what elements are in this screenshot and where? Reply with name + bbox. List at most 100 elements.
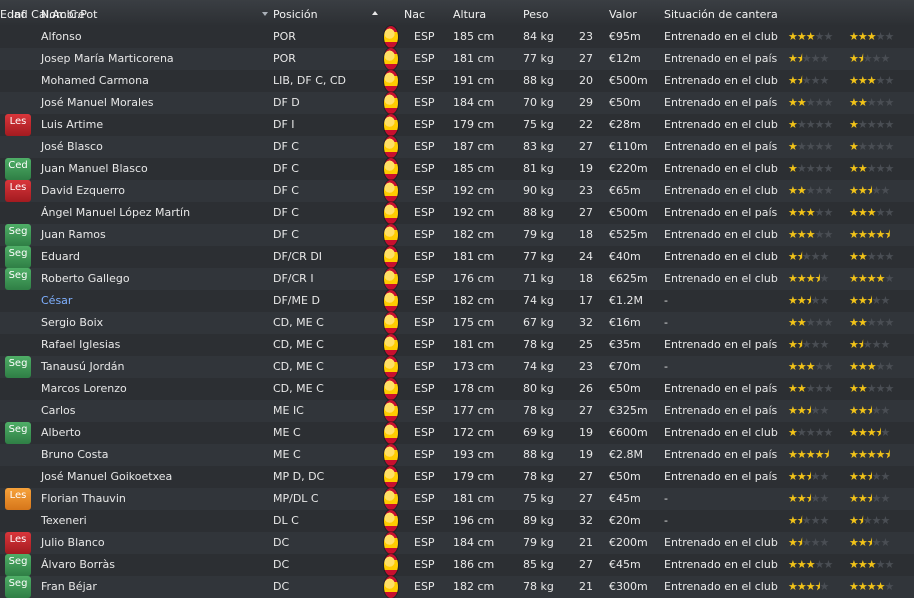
player-name[interactable]: Mohamed Carmona	[41, 70, 261, 92]
star-icon: ★	[805, 140, 816, 153]
table-row[interactable]: Les Julio Blanco DC ESP 184 cm 79 kg 21 €200m En…	[0, 532, 914, 554]
status-badge[interactable]: Seg	[5, 356, 31, 378]
status-badge[interactable]: Seg	[5, 422, 31, 444]
player-name[interactable]: Alfonso	[41, 26, 261, 48]
col-peso-header[interactable]: Peso	[523, 0, 563, 26]
player-name[interactable]: Fran Béjar	[41, 576, 261, 598]
player-name[interactable]: Juan Manuel Blasco	[41, 158, 261, 180]
player-position: ME C	[273, 426, 301, 439]
spain-flag-icon	[384, 136, 398, 158]
table-row[interactable]: Josep María Marticorena POR ESP 181 cm 77 kg…	[0, 48, 914, 70]
col-situacion-header[interactable]: Situación de cantera	[664, 0, 784, 26]
current-ability-stars: ★★★★★	[788, 180, 848, 202]
player-name[interactable]: Josep María Marticorena	[41, 48, 261, 70]
table-row[interactable]: José Blasco DF C ESP 187 cm 83 kg 27 €110m Entr…	[0, 136, 914, 158]
player-name[interactable]: Rafael Iglesias	[41, 334, 261, 356]
player-name[interactable]: José Manuel Morales	[41, 92, 261, 114]
table-row[interactable]: Les David Ezquerro DF C ESP 192 cm 90 kg 23 €65…	[0, 180, 914, 202]
sort-asc-icon[interactable]	[372, 11, 378, 15]
table-row[interactable]: Bruno Costa ME C ESP 193 cm 88 kg 19 €2.8M Entr…	[0, 444, 914, 466]
table-row[interactable]: Seg Fran Béjar DC ESP 182 cm 78 kg 21 €300m Entr…	[0, 576, 914, 598]
table-row[interactable]: Mohamed Carmona LIB, DF C, CD ESP 191 cm 88 …	[0, 70, 914, 92]
player-name[interactable]: Juan Ramos	[41, 224, 261, 246]
star-icon: ★	[857, 448, 868, 461]
status-badge[interactable]: Les	[5, 488, 31, 510]
status-badge[interactable]: Les	[5, 532, 31, 554]
sort-desc-icon[interactable]	[262, 12, 268, 16]
col-valor-header[interactable]: Valor	[609, 0, 659, 26]
star-icon: ★	[866, 74, 877, 87]
player-weight: 74 kg	[523, 294, 554, 307]
star-icon: ★	[849, 536, 859, 549]
table-row[interactable]: Rafael Iglesias CD, ME C ESP 181 cm 78 kg 25 €…	[0, 334, 914, 356]
status-badge[interactable]: Seg	[5, 554, 31, 576]
status-badge[interactable]: Seg	[5, 268, 31, 290]
table-row[interactable]: José Manuel Goikoetxea MP D, DC ESP 179 cm 7…	[0, 466, 914, 488]
status-badge[interactable]: Ced	[5, 158, 31, 180]
player-name[interactable]: Carlos	[41, 400, 261, 422]
player-name[interactable]: Florian Thauvin	[41, 488, 261, 510]
col-nombre-header[interactable]: Nombre	[41, 0, 261, 26]
player-height: 182 cm	[453, 228, 495, 241]
status-badge[interactable]: Seg	[5, 224, 31, 246]
player-position: DC	[273, 580, 290, 593]
player-name[interactable]: Bruno Costa	[41, 444, 261, 466]
player-name[interactable]: César	[41, 290, 261, 312]
player-name[interactable]: Sergio Boix	[41, 312, 261, 334]
table-row[interactable]: Seg Alberto ME C ESP 172 cm 69 kg 19 €600m Entre…	[0, 422, 914, 444]
player-name[interactable]: Álvaro Borràs	[41, 554, 261, 576]
player-name[interactable]: Roberto Gallego	[41, 268, 261, 290]
status-badge[interactable]: Seg	[5, 246, 31, 268]
player-name[interactable]: José Blasco	[41, 136, 261, 158]
table-row[interactable]: Ángel Manuel López Martín DF C ESP 192 cm 88…	[0, 202, 914, 224]
table-row[interactable]: Seg Roberto Gallego DF/CR I ESP 176 cm 71 kg 1…	[0, 268, 914, 290]
col-altura-header[interactable]: Altura	[453, 0, 513, 26]
player-age: 27	[579, 492, 593, 505]
table-row[interactable]: Seg Álvaro Borràs DC ESP 186 cm 85 kg 27 €45m En…	[0, 554, 914, 576]
table-row[interactable]: Sergio Boix CD, ME C ESP 175 cm 67 kg 32 €16m -…	[0, 312, 914, 334]
table-row[interactable]: César DF/ME D ESP 182 cm 74 kg 17 €1.2M - ★★⯨★★ ★…	[0, 290, 914, 312]
table-row[interactable]: Ced Juan Manuel Blasco DF C ESP 185 cm 81 kg 1…	[0, 158, 914, 180]
col-posicion-header[interactable]: Posición	[273, 0, 373, 26]
player-name[interactable]: David Ezquerro	[41, 180, 261, 202]
player-name[interactable]: Ángel Manuel López Martín	[41, 202, 261, 224]
table-row[interactable]: Marcos Lorenzo CD, ME C ESP 178 cm 80 kg 26 €5…	[0, 378, 914, 400]
table-row[interactable]: Texeneri DL C ESP 196 cm 89 kg 32 €20m - ★⯨★★★ ★⯨…	[0, 510, 914, 532]
player-name[interactable]: José Manuel Goikoetxea	[41, 466, 261, 488]
player-name[interactable]: Tanausú Jordán	[41, 356, 261, 378]
table-row[interactable]: Les Florian Thauvin MP/DL C ESP 181 cm 75 kg 2…	[0, 488, 914, 510]
player-name[interactable]: Texeneri	[41, 510, 261, 532]
star-icon: ★	[823, 316, 834, 329]
col-inf-header[interactable]: Inf	[0, 0, 36, 26]
player-weight: 67 kg	[523, 316, 554, 329]
star-icon: ★	[814, 426, 825, 439]
current-ability-stars: ★★★★★	[788, 26, 848, 48]
star-icon: ★	[857, 382, 868, 395]
table-row[interactable]: Seg Juan Ramos DF C ESP 182 cm 79 kg 18 €525m En…	[0, 224, 914, 246]
player-weight: 84 kg	[523, 30, 554, 43]
star-icon: ★	[814, 96, 825, 109]
table-row[interactable]: Carlos ME IC ESP 177 cm 78 kg 27 €325m Entrenad…	[0, 400, 914, 422]
player-name[interactable]: Luis Artime	[41, 114, 261, 136]
player-academy-status: Entrenado en el club	[664, 426, 778, 439]
table-row[interactable]: Alfonso POR ESP 185 cm 84 kg 23 €95m Entrenado …	[0, 26, 914, 48]
status-badge[interactable]: Les	[5, 180, 31, 202]
table-row[interactable]: Les Luis Artime DF I ESP 179 cm 75 kg 22 €28m En…	[0, 114, 914, 136]
player-name[interactable]: Alberto	[41, 422, 261, 444]
current-ability-stars: ★⯨★★★	[788, 334, 848, 356]
table-row[interactable]: Seg Eduard DF/CR DI ESP 181 cm 77 kg 24 €40m Ent…	[0, 246, 914, 268]
status-badge[interactable]: Seg	[5, 576, 31, 598]
player-name[interactable]: Julio Blanco	[41, 532, 261, 554]
col-nac-header[interactable]: Nac	[404, 0, 434, 26]
potential-ability-stars: ★★★★★	[849, 136, 914, 158]
star-icon: ★	[805, 162, 816, 175]
star-icon: ★	[875, 272, 886, 285]
player-name[interactable]: Eduard	[41, 246, 261, 268]
player-name[interactable]: Marcos Lorenzo	[41, 378, 261, 400]
table-row[interactable]: Seg Tanausú Jordán CD, ME C ESP 173 cm 74 kg 2…	[0, 356, 914, 378]
star-icon: ★	[866, 272, 877, 285]
status-badge[interactable]: Les	[5, 114, 31, 136]
table-row[interactable]: José Manuel Morales DF D ESP 184 cm 70 kg 29 €…	[0, 92, 914, 114]
player-value: €50m	[609, 96, 641, 109]
star-icon: ★	[788, 250, 798, 263]
